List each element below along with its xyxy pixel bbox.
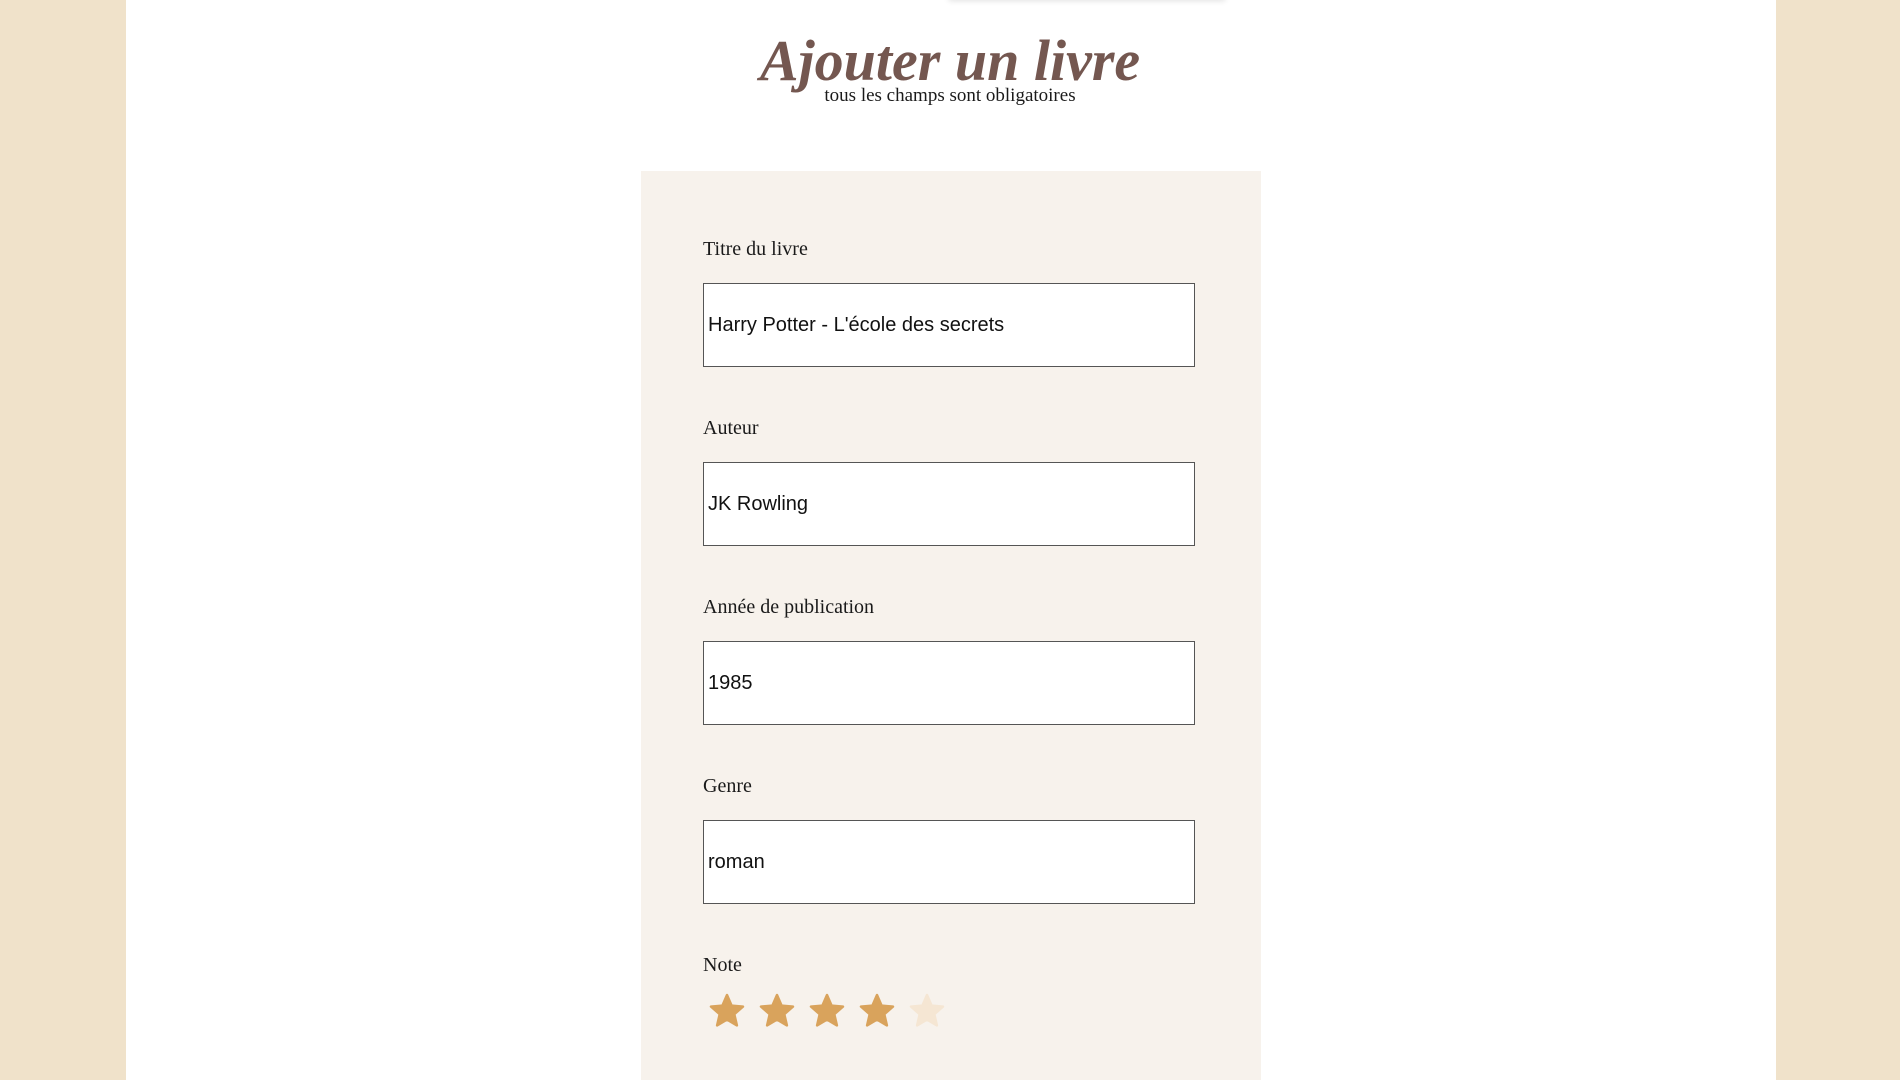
genre-label: Genre — [703, 775, 752, 797]
title-label: Titre du livre — [703, 238, 808, 260]
page-subtitle: tous les champs sont obligatoires — [824, 85, 1076, 106]
star-icon-2[interactable] — [759, 993, 795, 1029]
genre-input[interactable] — [703, 820, 1195, 904]
year-label: Année de publication — [703, 596, 875, 618]
author-label: Auteur — [703, 417, 759, 439]
star-icon-4[interactable] — [859, 993, 895, 1029]
star-icon-3[interactable] — [809, 993, 845, 1029]
year-input[interactable] — [703, 641, 1195, 725]
rating-stars — [709, 993, 945, 1033]
title-block: Ajouter un livre tous les champs sont ob… — [0, 26, 1900, 106]
author-input[interactable] — [703, 462, 1195, 546]
star-icon-1[interactable] — [709, 993, 745, 1029]
rating-label: Note — [703, 954, 742, 976]
add-book-form: Titre du livre Auteur Année de publicati… — [641, 171, 1261, 1080]
star-icon-5[interactable] — [909, 993, 945, 1029]
title-input[interactable] — [703, 283, 1195, 367]
